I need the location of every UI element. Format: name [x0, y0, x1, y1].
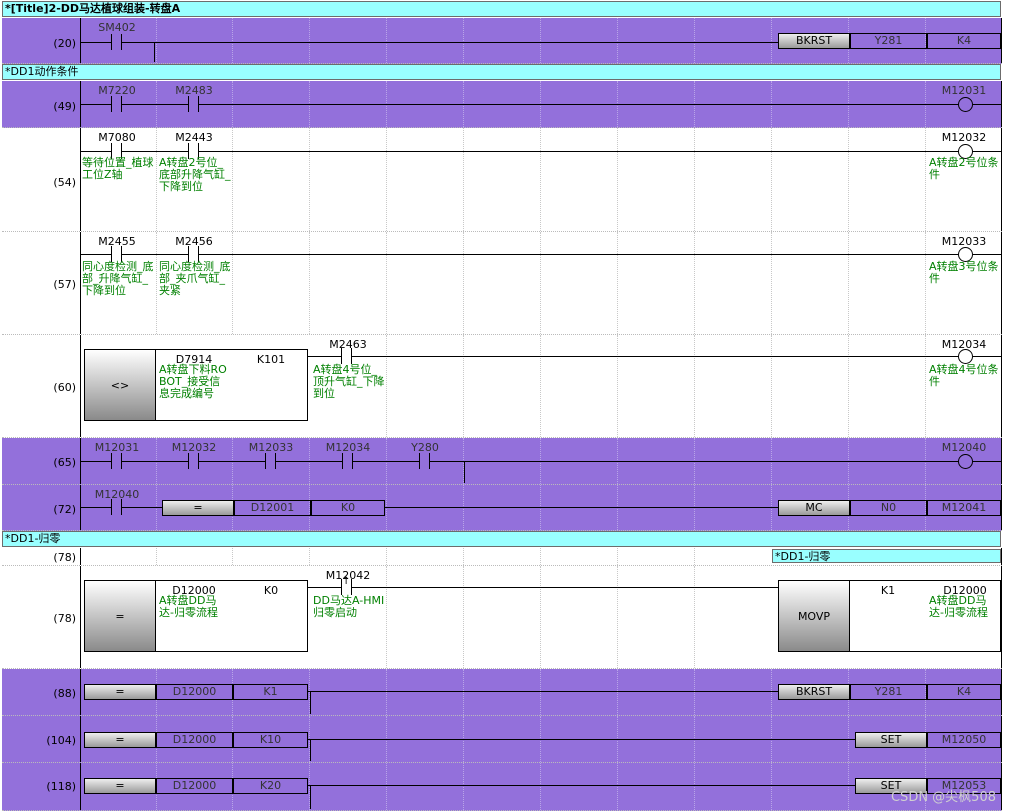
compare-operator[interactable]: <>	[84, 349, 156, 421]
no-contact-symbol[interactable]	[410, 453, 440, 469]
rung-118[interactable]: (118) = D12000 K20 SET M12053	[2, 763, 1002, 811]
section-title-bar: *DD1动作条件	[2, 64, 1001, 80]
operand-box[interactable]: D12000	[156, 732, 233, 748]
rung-54[interactable]: (54) M7080 M2443 等待位置_植球工位Z轴 A转盘2号位_底部升降…	[2, 128, 1002, 232]
instruction-box[interactable]: MOVP	[778, 580, 850, 652]
device-label: M12032	[941, 131, 987, 144]
step-number: (49)	[53, 100, 76, 113]
rung-78-header[interactable]: (78) *DD1-归零	[2, 548, 1002, 566]
step-number: (54)	[53, 176, 76, 189]
device-comment: DD马达A-HMI归零启动	[313, 594, 385, 619]
rung-65[interactable]: (65) M12031 M12032 M12033 M12034 Y280 M1…	[2, 438, 1002, 485]
operand-box[interactable]: K20	[233, 778, 308, 794]
instruction-box[interactable]: BKRST	[778, 684, 850, 700]
device-comment: 同心度检测_底部_升降气缸_下降到位	[82, 260, 154, 297]
compare-operator[interactable]: =	[84, 778, 156, 794]
device-label: SM402	[98, 21, 136, 34]
device-comment: A转盘下料ROBOT_接受信息完成编号	[159, 363, 227, 400]
instruction-box[interactable]: BKRST	[778, 33, 850, 49]
rung-60[interactable]: (60) <> D7914 K101 A转盘下料ROBOT_接受信息完成编号 M…	[2, 335, 1002, 438]
device-comment: A转盘2号位条件	[929, 156, 999, 181]
rung-104[interactable]: (104) = D12000 K10 SET M12050	[2, 716, 1002, 763]
no-contact-symbol[interactable]	[179, 453, 209, 469]
watermark: CSDN @尖枫508	[890, 790, 996, 805]
operand-box[interactable]: Y281	[850, 684, 927, 700]
step-number: (104)	[46, 734, 76, 747]
no-contact-symbol[interactable]	[333, 453, 363, 469]
compare-operator[interactable]: =	[162, 500, 234, 516]
step-number: (65)	[53, 456, 76, 469]
instruction-box[interactable]: SET	[855, 732, 927, 748]
operand-box[interactable]: K0	[311, 500, 385, 516]
operand-box[interactable]: M12050	[927, 732, 1001, 748]
coil-symbol[interactable]	[958, 454, 973, 469]
no-contact-symbol[interactable]	[256, 453, 286, 469]
step-number: (118)	[46, 780, 76, 793]
device-comment: A转盘2号位_底部升降气缸_下降到位	[159, 156, 231, 193]
coil-symbol[interactable]	[958, 349, 973, 364]
operand-box[interactable]: M12041	[927, 500, 1001, 516]
step-number: (78)	[53, 551, 76, 564]
step-number: (88)	[53, 687, 76, 700]
step-number: (78)	[53, 612, 76, 625]
program-title-bar: *[Title]2-DD马达植球组装-转盘A	[2, 1, 1001, 17]
device-comment: A转盘4号位条件	[929, 363, 999, 388]
device-comment: 同心度检测_底部_夹爪气缸_夹紧	[159, 260, 231, 297]
rung-20[interactable]: (20) SM402 BKRST Y281 K4	[2, 18, 1002, 64]
section-title-bar: *DD1-归零	[2, 531, 1001, 547]
operand-box[interactable]: K1	[233, 684, 308, 700]
instruction-box[interactable]: MC	[778, 500, 850, 516]
operand-box[interactable]: K4	[927, 33, 1001, 49]
operand-box[interactable]: N0	[850, 500, 927, 516]
operand-box[interactable]: D12000	[156, 684, 233, 700]
device-label: M12040	[941, 441, 987, 454]
device-comment: A转盘4号位_顶升气缸_下降到位	[313, 363, 385, 400]
no-contact-symbol[interactable]	[102, 453, 132, 469]
subroutine-title: *DD1-归零	[772, 549, 1001, 563]
operand-box[interactable]: K4	[927, 684, 1001, 700]
step-number: (72)	[53, 503, 76, 516]
device-comment: A转盘DD马达-归零流程	[929, 594, 988, 619]
no-contact-symbol[interactable]	[102, 34, 132, 50]
step-number: (57)	[53, 278, 76, 291]
no-contact-symbol[interactable]	[332, 348, 362, 364]
no-contact-symbol[interactable]	[102, 499, 132, 515]
device-comment: 等待位置_植球工位Z轴	[82, 156, 154, 181]
operand-box[interactable]: K10	[233, 732, 308, 748]
operand-box[interactable]: D12001	[234, 500, 311, 516]
operand-box[interactable]: D12000	[156, 778, 233, 794]
device-label: K101	[256, 353, 286, 366]
step-number: (20)	[53, 37, 76, 50]
device-comment: A转盘DD马达-归零流程	[159, 594, 218, 619]
device-label: K0	[263, 584, 279, 597]
device-comment: A转盘3号位条件	[929, 260, 999, 285]
step-number: (60)	[53, 381, 76, 394]
operand-box[interactable]: Y281	[850, 33, 927, 49]
rising-edge-arrow-icon: ↑	[342, 576, 351, 587]
rung-78[interactable]: (78) = D12000 K0 A转盘DD马达-归零流程 M12042 ↑ D…	[2, 566, 1002, 669]
rung-57[interactable]: (57) M2455 M2456 同心度检测_底部_升降气缸_下降到位 同心度检…	[2, 232, 1002, 335]
rung-72[interactable]: (72) M12040 = D12001 K0 MC N0 M12041	[2, 485, 1002, 531]
compare-operator[interactable]: =	[84, 732, 156, 748]
rung-49[interactable]: (49) M7220 M2483 M12031	[2, 81, 1002, 128]
rung-88[interactable]: (88) = D12000 K1 BKRST Y281 K4	[2, 669, 1002, 716]
compare-operator[interactable]: =	[84, 580, 156, 652]
no-contact-symbol[interactable]	[179, 96, 209, 112]
no-contact-symbol[interactable]	[102, 96, 132, 112]
device-label: M12031	[941, 84, 987, 97]
device-label: K1	[880, 584, 896, 597]
coil-symbol[interactable]	[958, 97, 973, 112]
compare-operator[interactable]: =	[84, 684, 156, 700]
